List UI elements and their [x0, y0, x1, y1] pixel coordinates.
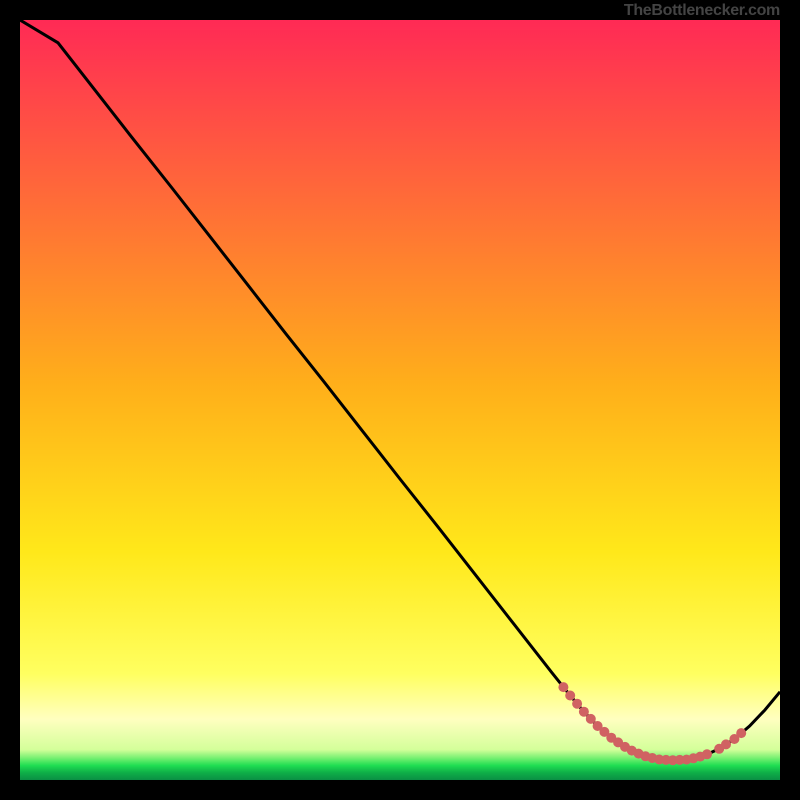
plot-frame: TheBottlenecker.com — [20, 20, 780, 780]
knot-dot — [565, 691, 575, 701]
chart-svg — [20, 20, 780, 780]
knot-dot — [721, 739, 731, 749]
attribution-label: TheBottlenecker.com — [624, 2, 780, 20]
knot-dot — [579, 707, 589, 717]
knot-dot — [558, 682, 568, 692]
gradient-bg — [20, 20, 780, 780]
knot-dot — [736, 728, 746, 738]
knot-dot — [702, 749, 712, 759]
knot-dot — [572, 699, 582, 709]
